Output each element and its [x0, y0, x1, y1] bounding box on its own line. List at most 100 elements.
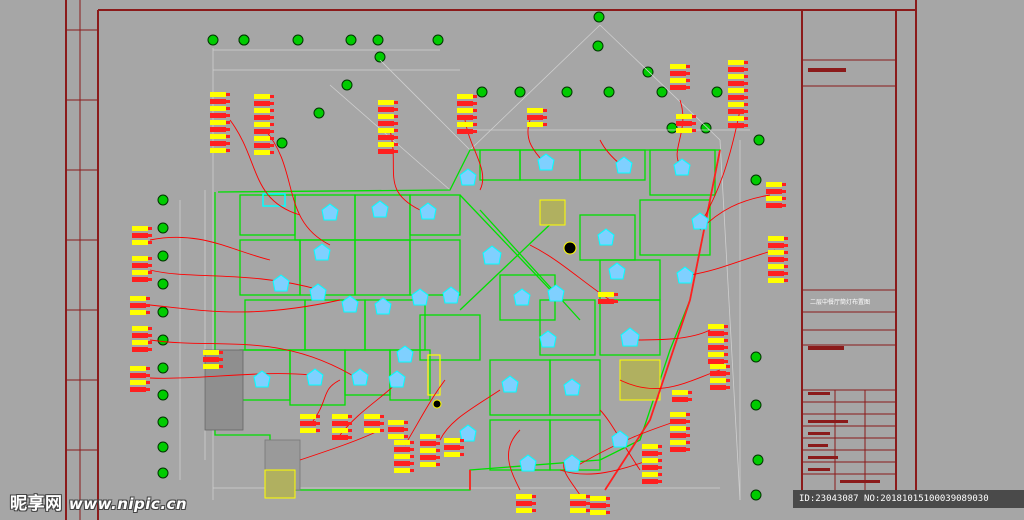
tag-label-tail — [606, 511, 610, 514]
tag-label-tail — [744, 89, 748, 92]
tag-label-bar — [516, 501, 532, 506]
tag-label-bar — [598, 292, 614, 297]
tag-label-bar — [132, 277, 148, 282]
tag-label-tail — [724, 339, 728, 342]
tag-label-tail — [270, 137, 274, 140]
tag-label-tail — [146, 311, 150, 314]
tag-label-tail — [410, 441, 414, 444]
fixture — [563, 454, 581, 472]
tag-label-tail — [270, 130, 274, 133]
tag-label-tail — [744, 124, 748, 127]
fixture — [597, 228, 615, 246]
tag-label-tail — [688, 391, 692, 394]
tag-label-tail — [543, 116, 547, 119]
fixture — [272, 274, 290, 292]
tag-label-bar — [132, 263, 148, 268]
tag-label-tail — [686, 65, 690, 68]
tag-label-tail — [784, 279, 788, 282]
tag-label-bar — [254, 136, 270, 141]
tag-label-tail — [436, 442, 440, 445]
tag-label-tail — [148, 334, 152, 337]
tag-label-tail — [226, 121, 230, 124]
tag-label-bar — [130, 303, 146, 308]
tag-label-bar — [254, 115, 270, 120]
tag-label-tail — [219, 351, 223, 354]
tag-label-bar — [728, 60, 744, 65]
tag-label-tail — [270, 109, 274, 112]
tag-label-bar — [710, 378, 726, 383]
tag-label-bar — [300, 414, 316, 419]
tag-label-bar — [378, 114, 394, 119]
tag-label-tail — [782, 197, 786, 200]
drawing-title: 二层中餐厅筒灯布置图 — [810, 299, 871, 306]
tag-label-bar — [132, 340, 148, 345]
tag-label-bar — [210, 92, 226, 97]
tag-label-bar — [728, 95, 744, 100]
fixture — [351, 368, 369, 386]
tag-label-bar — [708, 331, 724, 336]
watermark-brand: 昵享网 — [10, 494, 63, 514]
tag-label-tail — [394, 129, 398, 132]
fixture — [341, 295, 359, 313]
tag-label-bar — [728, 74, 744, 79]
tag-label-bar — [672, 397, 688, 402]
tag-label-bar — [210, 113, 226, 118]
tag-label-tail — [148, 257, 152, 260]
tag-label-tail — [543, 109, 547, 112]
tag-label-bar — [254, 129, 270, 134]
tag-label-tail — [148, 227, 152, 230]
tag-label-bar — [364, 421, 380, 426]
tag-label-tail — [784, 258, 788, 261]
tag-label-bar — [210, 134, 226, 139]
tag-label-bar — [132, 347, 148, 352]
tag-label-bar — [766, 189, 782, 194]
tag-label-tail — [148, 271, 152, 274]
tag-label-tail — [146, 367, 150, 370]
tag-label-bar — [254, 143, 270, 148]
tag-label-bar — [570, 494, 586, 499]
tag-label-tail — [394, 115, 398, 118]
tag-label-bar — [420, 441, 436, 446]
fixture — [676, 266, 694, 284]
tag-label-bar — [768, 278, 784, 283]
tag-label-tail — [686, 86, 690, 89]
tag-label-tail — [692, 115, 696, 118]
fixture — [306, 368, 324, 386]
tag-label-bar — [457, 108, 473, 113]
tag-label-tail — [782, 183, 786, 186]
tag-label-bar — [670, 433, 686, 438]
tag-label-tail — [436, 463, 440, 466]
fixture — [482, 245, 502, 265]
tag-label-bar — [642, 472, 658, 477]
tag-label-tail — [404, 428, 408, 431]
tag-label-bar — [457, 129, 473, 134]
tag-label-tail — [686, 427, 690, 430]
tag-label-bar — [670, 85, 686, 90]
tag-label-bar — [708, 338, 724, 343]
fixture — [371, 200, 389, 218]
tag-label-bar — [676, 121, 692, 126]
tag-label-tail — [658, 466, 662, 469]
tag-label-tail — [460, 453, 464, 456]
fixture — [563, 378, 581, 396]
tag-label-bar — [598, 299, 614, 304]
tag-label-bar — [210, 127, 226, 132]
tag-label-bar — [132, 326, 148, 331]
tag-label-tail — [473, 116, 477, 119]
tag-label-bar — [444, 445, 460, 450]
tag-label-bar — [457, 94, 473, 99]
tag-label-tail — [436, 449, 440, 452]
tag-label-tail — [658, 452, 662, 455]
tag-label-tail — [380, 429, 384, 432]
tag-label-bar — [670, 78, 686, 83]
tag-label-tail — [532, 509, 536, 512]
tag-label-bar — [457, 115, 473, 120]
tag-label-bar — [300, 421, 316, 426]
tag-label-tail — [724, 346, 728, 349]
tag-label-tail — [380, 422, 384, 425]
tag-label-tail — [270, 102, 274, 105]
fixture — [608, 262, 626, 280]
tag-label-bar — [130, 296, 146, 301]
tag-label-tail — [473, 123, 477, 126]
tag-label-bar — [420, 455, 436, 460]
